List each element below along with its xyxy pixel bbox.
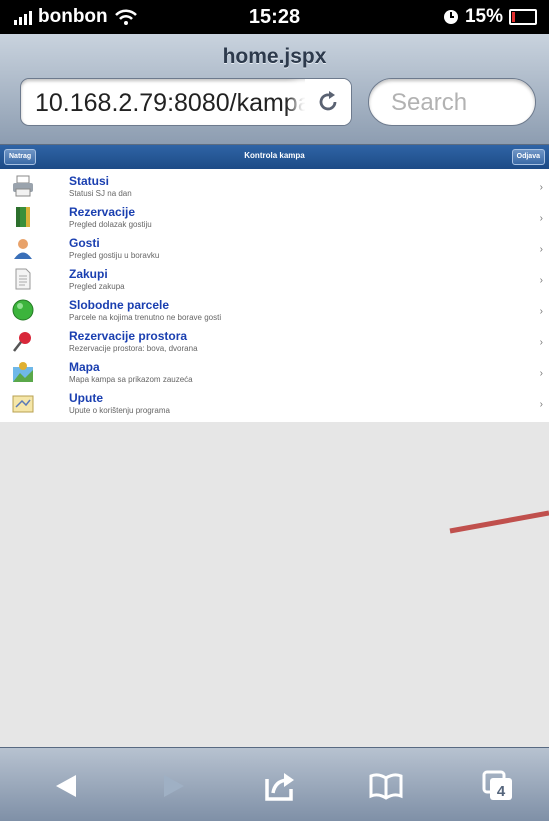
back-nav-button[interactable] (46, 766, 86, 806)
bookmarks-button[interactable] (366, 766, 406, 806)
reload-button[interactable] (305, 79, 351, 125)
logout-button[interactable]: Odjava (511, 149, 545, 165)
search-field[interactable]: Search (368, 78, 536, 126)
tabs-count: 4 (497, 783, 506, 800)
menu-item-desc: Pregled gostiju u boravku (69, 251, 160, 260)
menu-item-desc: Pregled zakupa (69, 282, 125, 291)
url-field[interactable]: 10.168.2.79:8080/kampa (20, 78, 352, 126)
menu-item-rezervacije[interactable]: Rezervacije Pregled dolazak gostiju › (0, 203, 549, 234)
menu-item-upute[interactable]: Upute Upute o korištenju programa › (0, 389, 549, 420)
document-icon (15, 268, 31, 290)
status-bar: bonbon 15:28 15% (0, 0, 549, 34)
chevron-right-icon: › (539, 368, 543, 379)
pin-icon (13, 332, 31, 352)
menu-item-mapa[interactable]: Mapa Mapa kampa sa prikazom zauzeća › (0, 358, 549, 389)
menu-item-title: Zakupi (69, 267, 108, 281)
share-icon (265, 773, 294, 801)
help-icon (12, 395, 34, 413)
menu-item-rezervacije-prostora[interactable]: Rezervacije prostora Rezervacije prostor… (0, 327, 549, 358)
chevron-right-icon: › (539, 399, 543, 410)
menu-item-desc: Mapa kampa sa prikazom zauzeća (69, 375, 193, 384)
menu-item-title: Rezervacije prostora (69, 329, 188, 343)
reload-icon (319, 91, 337, 111)
share-button[interactable] (260, 766, 300, 806)
map-icon (13, 362, 33, 382)
green-circle-icon (12, 299, 34, 321)
menu-item-title: Upute (69, 391, 103, 405)
menu-item-title: Slobodne parcele (69, 298, 170, 312)
book-icon (16, 207, 30, 227)
menu-item-desc: Statusi SJ na dan (69, 189, 132, 198)
menu-item-slobodne-parcele[interactable]: Slobodne parcele Parcele na kojima trenu… (0, 296, 549, 327)
menu-item-desc: Parcele na kojima trenutno ne borave gos… (69, 313, 222, 322)
page-title: home.jspx (222, 45, 327, 68)
app-header: Natrag Kontrola kampa Odjava (0, 145, 549, 169)
chevron-right-icon: › (539, 182, 543, 193)
battery-icon (509, 9, 537, 25)
search-placeholder: Search (391, 89, 468, 116)
menu-item-title: Mapa (69, 360, 100, 374)
browser-toolbar: home.jspx 10.168.2.79:8080/kampa Search (0, 34, 549, 145)
menu-item-statusi[interactable]: Statusi Statusi SJ na dan › (0, 172, 549, 203)
battery-percent: 15% (464, 6, 503, 27)
menu-item-desc: Pregled dolazak gostiju (69, 220, 152, 229)
printer-icon (13, 175, 33, 197)
browser-bottom-toolbar: 4 (0, 747, 549, 821)
menu-item-title: Statusi (69, 174, 110, 188)
url-text: 10.168.2.79:8080/kampa (35, 89, 312, 117)
menu-item-title: Gosti (69, 236, 100, 250)
tabs-button[interactable]: 4 (478, 766, 518, 806)
clock-icon (443, 10, 458, 24)
back-arrow-icon (56, 775, 76, 797)
menu-item-title: Rezervacije (69, 205, 136, 219)
chevron-right-icon: › (539, 244, 543, 255)
menu-list: Statusi Statusi SJ na dan › Rezervacije … (0, 169, 549, 422)
chevron-right-icon: › (539, 337, 543, 348)
menu-item-desc: Rezervacije prostora: bova, dvorana (69, 344, 198, 353)
tabs-icon: 4 (482, 770, 512, 800)
menu-item-gosti[interactable]: Gosti Pregled gostiju u boravku › (0, 234, 549, 265)
chevron-right-icon: › (539, 306, 543, 317)
book-open-icon (369, 773, 403, 800)
forward-nav-button[interactable] (154, 766, 194, 806)
menu-item-zakupi[interactable]: Zakupi Pregled zakupa › (0, 265, 549, 296)
chevron-right-icon: › (539, 275, 543, 286)
app-title: Kontrola kampa (244, 151, 305, 160)
menu-item-desc: Upute o korištenju programa (69, 406, 170, 415)
person-icon (14, 239, 32, 259)
chevron-right-icon: › (539, 213, 543, 224)
forward-arrow-icon (164, 775, 184, 797)
status-right: 15% (443, 6, 537, 28)
